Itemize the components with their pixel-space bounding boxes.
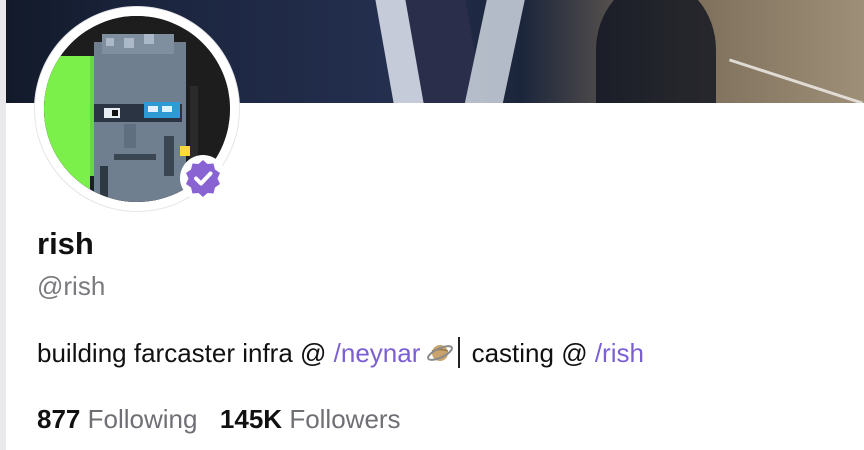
profile-bio: building farcaster infra @ /neynar casti… (37, 337, 644, 369)
display-name: rish (37, 226, 94, 261)
username-handle: @rish (37, 271, 106, 301)
following-count: 877 (37, 404, 81, 434)
verified-badge-icon (180, 155, 226, 201)
followers-stat[interactable]: 145K Followers (220, 404, 401, 434)
followers-count: 145K (219, 404, 283, 434)
following-label: Following (87, 404, 198, 434)
following-stat[interactable]: 877 Following (37, 404, 197, 434)
profile-stats: 877 Following 145K Followers (37, 404, 401, 435)
channel-link-neynar[interactable]: /neynar (334, 338, 421, 368)
bio-text: building farcaster infra @ (37, 338, 334, 368)
bio-text: casting @ (464, 338, 595, 368)
bio-divider (458, 337, 461, 368)
ringed-planet-icon (426, 339, 454, 367)
followers-label: Followers (289, 404, 401, 434)
channel-link-rish[interactable]: /rish (595, 338, 644, 368)
